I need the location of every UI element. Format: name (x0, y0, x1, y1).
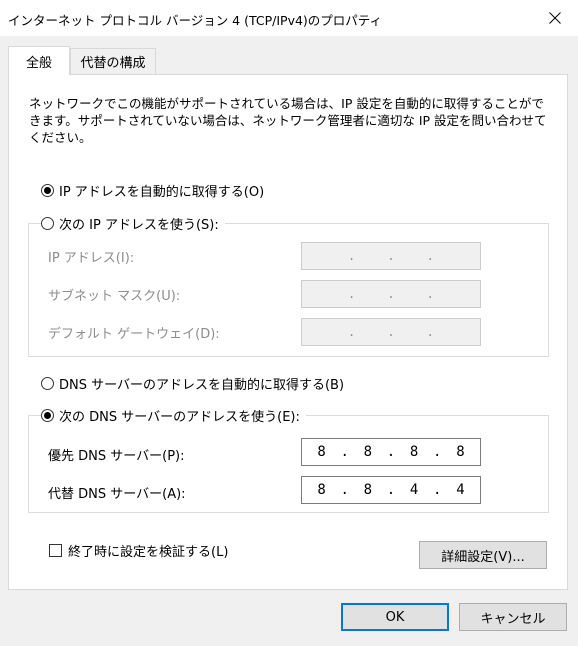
radio-circle (41, 377, 54, 390)
subnet-mask-field: . . . (301, 280, 481, 308)
validate-on-exit-label: 終了時に設定を検証する(L) (68, 545, 229, 560)
octet-dot: . (348, 325, 356, 339)
octet: 4 (456, 482, 465, 498)
octet-dot: . (433, 482, 442, 498)
octet-dot: . (426, 249, 434, 263)
octet-dot: . (340, 444, 349, 460)
octet-dot: . (433, 444, 442, 460)
radio-circle (41, 409, 54, 422)
radio-circle (41, 217, 54, 230)
radio-circle (41, 184, 54, 197)
dns-manual-radio[interactable]: 次の DNS サーバーのアドレスを使う(E): (41, 406, 306, 425)
octet: 8 (317, 482, 326, 498)
octet-dot: . (386, 444, 396, 460)
radio-dot (44, 412, 51, 419)
octet: 8 (363, 482, 373, 498)
preferred-dns-label: 優先 DNS サーバー(P): (48, 449, 185, 464)
subnet-mask-label: サブネット マスク(U): (48, 289, 181, 304)
octet: 8 (409, 444, 419, 460)
octet-dot: . (387, 249, 395, 263)
ip-address-label: IP アドレス(I): (48, 251, 135, 266)
title-bar: インターネット プロトコル バージョン 4 (TCP/IPv4)のプロパティ (0, 0, 578, 36)
ip-auto-label: IP アドレスを自動的に取得する(O) (59, 185, 265, 200)
octet-dot: . (426, 325, 434, 339)
close-button[interactable] (532, 0, 578, 36)
ip-manual-label: 次の IP アドレスを使う(S): (59, 218, 219, 233)
dns-manual-label: 次の DNS サーバーのアドレスを使う(E): (59, 410, 300, 425)
octet-dot: . (386, 482, 396, 498)
window-title: インターネット プロトコル バージョン 4 (TCP/IPv4)のプロパティ (8, 13, 383, 28)
octet: 4 (409, 482, 419, 498)
octet-dot: . (387, 287, 395, 301)
dns-auto-label: DNS サーバーのアドレスを自動的に取得する(B) (59, 378, 345, 393)
description-text: ネットワークでこの機能がサポートされている場合は、IP 設定を自動的に取得するこ… (29, 96, 547, 145)
advanced-button[interactable]: 詳細設定(V)... (419, 541, 547, 569)
tab-alternate-config[interactable]: 代替の構成 (70, 48, 156, 74)
radio-dot (44, 187, 51, 194)
octet: 8 (363, 444, 373, 460)
octet-dot: . (426, 287, 434, 301)
ok-button[interactable]: OK (341, 603, 449, 631)
default-gateway-field: . . . (301, 318, 481, 346)
tab-panel: ネットワークでこの機能がサポートされている場合は、IP 設定を自動的に取得するこ… (8, 74, 568, 590)
cancel-button[interactable]: キャンセル (459, 603, 567, 631)
ip-manual-radio[interactable]: 次の IP アドレスを使う(S): (41, 214, 225, 233)
default-gateway-label: デフォルト ゲートウェイ(D): (48, 327, 220, 342)
dns-auto-radio[interactable]: DNS サーバーのアドレスを自動的に取得する(B) (41, 374, 351, 393)
alternate-dns-field[interactable]: 8. 8. 4. 4 (301, 476, 481, 504)
tab-general[interactable]: 全般 (8, 46, 70, 75)
octet-dot: . (340, 482, 349, 498)
alternate-dns-label: 代替 DNS サーバー(A): (48, 487, 186, 502)
octet: 8 (456, 444, 465, 460)
validate-on-exit-checkbox[interactable]: 終了時に設定を検証する(L) (49, 541, 228, 560)
octet-dot: . (348, 249, 356, 263)
ip-auto-radio[interactable]: IP アドレスを自動的に取得する(O) (41, 181, 271, 200)
ip-address-field: . . . (301, 242, 481, 270)
close-icon (549, 12, 561, 24)
checkbox-box (49, 544, 62, 557)
octet-dot: . (387, 325, 395, 339)
octet: 8 (317, 444, 326, 460)
octet-dot: . (348, 287, 356, 301)
preferred-dns-field[interactable]: 8. 8. 8. 8 (301, 438, 481, 466)
